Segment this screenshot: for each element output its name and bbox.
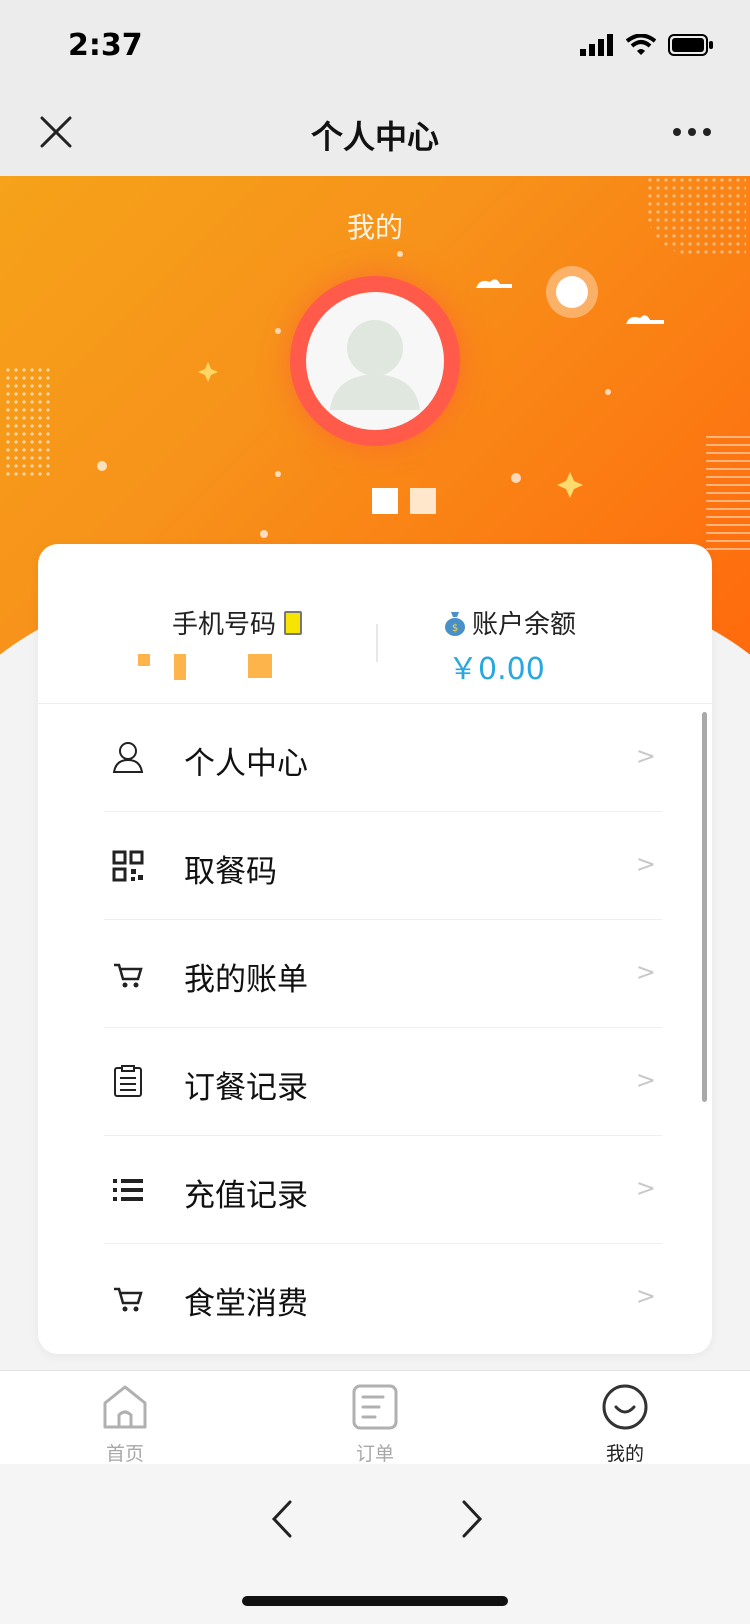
chevron-right-icon: >: [635, 1066, 656, 1094]
balance-value: ￥0.00: [448, 652, 545, 687]
tab-label: 我的: [605, 1443, 644, 1465]
menu-item-label: 充值记录: [184, 1178, 308, 1214]
menu-item-recharge-records[interactable]: 充值记录 >: [38, 1136, 712, 1244]
status-time: 2:37: [68, 28, 143, 63]
qr-code-icon: [112, 850, 144, 882]
order-icon: [352, 1384, 398, 1430]
chevron-right-icon: >: [635, 850, 656, 878]
balance-label: 账户余额: [472, 610, 577, 640]
phone-icon: [284, 610, 303, 635]
phone-label: 手机号码: [172, 610, 277, 640]
home-icon: [103, 1385, 147, 1429]
back-icon[interactable]: [262, 1494, 302, 1544]
battery-icon: [668, 34, 713, 56]
avatar-ring: [290, 276, 460, 446]
forward-icon[interactable]: [452, 1494, 492, 1544]
menu-list: 个人中心 > 取餐码 > 我的账单 > 订餐记录 > 充值记录 > 食堂消费 >: [38, 704, 712, 1352]
username-masked: [372, 488, 436, 514]
menu-item-label: 订餐记录: [184, 1070, 308, 1106]
scrollbar[interactable]: [702, 712, 707, 1102]
menu-item-order-records[interactable]: 订餐记录 >: [38, 1028, 712, 1136]
profile-card: 手机号码 $ 账户余额 ￥0.00 个人中心 > 取餐码 > 我的账单 > 订餐…: [38, 544, 712, 1354]
more-icon[interactable]: [672, 126, 712, 138]
status-bar: 2:37: [0, 0, 750, 90]
account-info-row: 手机号码 $ 账户余额 ￥0.00: [38, 544, 712, 704]
tab-label: 订单: [355, 1443, 394, 1465]
wifi-icon: [626, 34, 656, 55]
menu-item-label: 食堂消费: [184, 1286, 308, 1322]
status-icons: [580, 34, 714, 56]
nav-bar: 个人中心: [0, 90, 750, 176]
list-icon: [113, 1179, 143, 1201]
cart-icon: [114, 963, 143, 988]
smile-icon: [602, 1384, 648, 1430]
signal-icon: [580, 34, 613, 56]
menu-item-my-bills[interactable]: 我的账单 >: [38, 920, 712, 1028]
browser-toolbar: [0, 1464, 750, 1624]
info-divider: [376, 624, 378, 662]
tab-bar: 首页 订单 我的: [0, 1370, 750, 1466]
clipboard-icon: [114, 1065, 142, 1097]
balance-label-group: $ 账户余额: [444, 604, 576, 641]
hero-title: 我的: [346, 211, 403, 244]
chevron-right-icon: >: [635, 1174, 656, 1202]
menu-item-label: 个人中心: [184, 746, 308, 782]
avatar-placeholder-icon: [330, 320, 420, 410]
svg-text:$: $: [452, 623, 458, 634]
home-indicator: [242, 1596, 508, 1606]
menu-item-pickup-code[interactable]: 取餐码 >: [38, 812, 712, 920]
chevron-right-icon: >: [635, 958, 656, 986]
cart-icon: [114, 1287, 143, 1312]
menu-item-personal-center[interactable]: 个人中心 >: [38, 704, 712, 812]
money-bag-icon: $: [445, 611, 465, 636]
chevron-right-icon: >: [635, 1282, 656, 1310]
page-title: 个人中心: [310, 118, 439, 156]
menu-item-label: 我的账单: [184, 962, 308, 998]
menu-item-label: 取餐码: [184, 854, 277, 890]
avatar[interactable]: [306, 292, 444, 430]
person-icon: [112, 742, 144, 773]
chevron-right-icon: >: [635, 742, 656, 770]
tab-mine[interactable]: 我的: [550, 1383, 700, 1466]
phone-label-group: 手机号码: [172, 604, 303, 641]
tab-home[interactable]: 首页: [50, 1383, 200, 1466]
tab-label: 首页: [105, 1443, 144, 1465]
menu-item-canteen-spending[interactable]: 食堂消费 >: [38, 1244, 712, 1352]
tab-orders[interactable]: 订单: [300, 1383, 450, 1466]
